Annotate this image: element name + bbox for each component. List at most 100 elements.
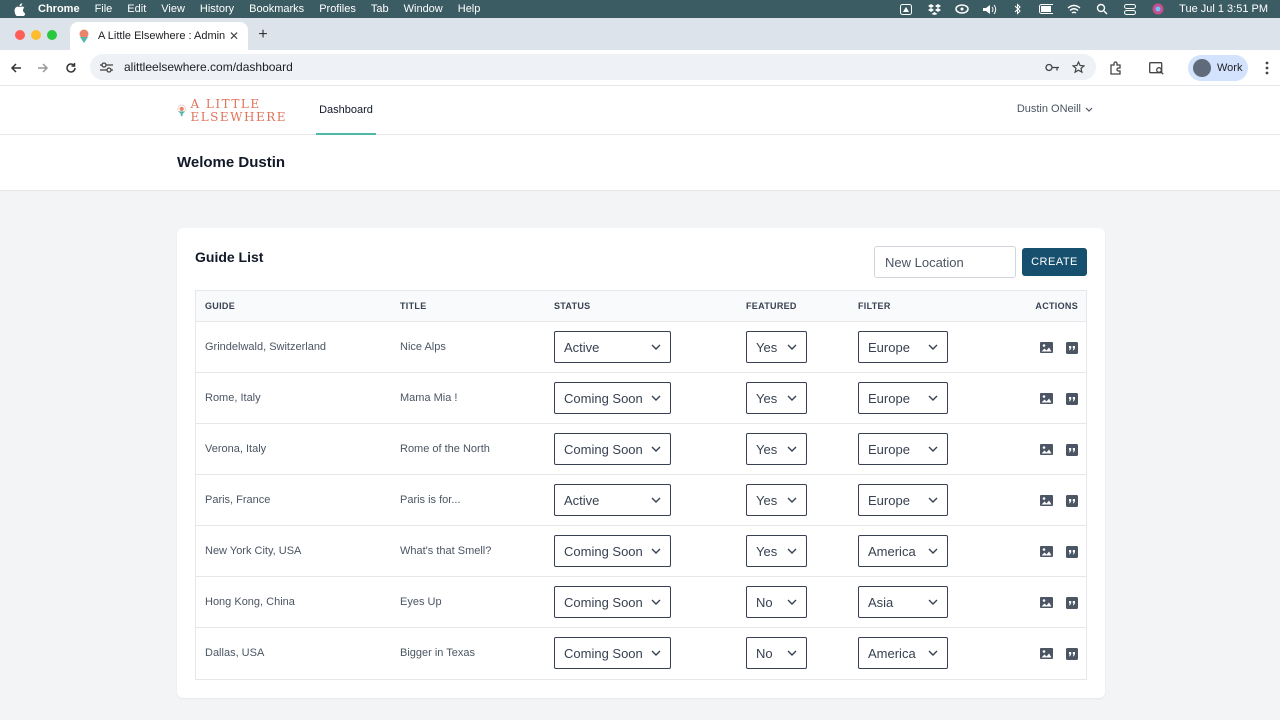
filter-select[interactable]: America	[858, 535, 948, 567]
control-center-icon[interactable]	[1123, 3, 1137, 15]
status-select[interactable]: Coming Soon	[554, 433, 671, 465]
status-value: Coming Soon	[564, 594, 643, 610]
menu-file[interactable]: File	[95, 3, 113, 15]
featured-select[interactable]: No	[746, 586, 807, 618]
password-key-icon[interactable]	[1044, 59, 1060, 75]
creative-cloud-icon[interactable]	[955, 3, 969, 15]
featured-select[interactable]: Yes	[746, 484, 807, 516]
table-row: Grindelwald, Switzerland Nice Alps Active Y…	[196, 322, 1086, 373]
profile-button[interactable]: Work	[1188, 55, 1248, 81]
quote-icon[interactable]	[1065, 494, 1078, 507]
featured-select[interactable]: No	[746, 637, 807, 669]
drive-icon[interactable]	[899, 3, 913, 15]
featured-select[interactable]: Yes	[746, 382, 807, 414]
address-bar[interactable]: alittleelsewhere.com/dashboard	[90, 54, 1096, 80]
menu-app-name[interactable]: Chrome	[38, 3, 80, 15]
menu-view[interactable]: View	[161, 3, 185, 15]
image-icon[interactable]	[1040, 494, 1053, 507]
close-tab-icon[interactable]: ✕	[226, 28, 242, 44]
featured-select[interactable]: Yes	[746, 535, 807, 567]
chevron-down-icon	[928, 650, 938, 656]
page-title: Welome Dustin	[177, 154, 286, 171]
reload-icon[interactable]	[61, 58, 81, 78]
status-select[interactable]: Coming Soon	[554, 586, 671, 618]
more-menu-icon[interactable]	[1258, 59, 1276, 77]
bookmark-star-icon[interactable]	[1070, 59, 1086, 75]
chevron-down-icon	[651, 548, 661, 554]
volume-icon[interactable]	[983, 3, 997, 15]
menubar-clock[interactable]: Tue Jul 1 3:51 PM	[1179, 3, 1268, 15]
quote-icon[interactable]	[1065, 443, 1078, 456]
menu-profiles[interactable]: Profiles	[319, 3, 356, 15]
tab-search-icon[interactable]	[1148, 59, 1166, 77]
siri-icon[interactable]	[1151, 3, 1165, 15]
image-icon[interactable]	[1040, 545, 1053, 558]
tab-dashboard[interactable]: Dashboard	[316, 86, 376, 135]
image-icon[interactable]	[1040, 596, 1053, 609]
extensions-icon[interactable]	[1107, 59, 1125, 77]
menu-window[interactable]: Window	[404, 3, 443, 15]
image-icon[interactable]	[1040, 647, 1053, 660]
menu-bookmarks[interactable]: Bookmarks	[249, 3, 304, 15]
menu-help[interactable]: Help	[458, 3, 481, 15]
status-select[interactable]: Coming Soon	[554, 637, 671, 669]
status-select[interactable]: Active	[554, 331, 671, 363]
table-row: Verona, Italy Rome of the North Coming Soo…	[196, 424, 1086, 475]
filter-value: Europe	[868, 441, 910, 457]
bluetooth-icon[interactable]	[1011, 3, 1025, 15]
chevron-down-icon	[651, 344, 661, 350]
quote-icon[interactable]	[1065, 545, 1078, 558]
filter-select[interactable]: Asia	[858, 586, 948, 618]
wifi-icon[interactable]	[1067, 3, 1081, 15]
featured-value: Yes	[756, 390, 778, 406]
filter-select[interactable]: Europe	[858, 433, 948, 465]
back-icon[interactable]	[6, 58, 26, 78]
new-location-input[interactable]	[874, 246, 1016, 278]
dropbox-icon[interactable]	[927, 3, 941, 15]
chevron-down-icon	[928, 548, 938, 554]
menu-tab[interactable]: Tab	[371, 3, 389, 15]
table-body: Grindelwald, Switzerland Nice Alps Active Y…	[196, 322, 1086, 679]
featured-select[interactable]: Yes	[746, 331, 807, 363]
title-cell: What's that Smell?	[400, 545, 492, 557]
window-zoom-button[interactable]	[47, 30, 57, 40]
chevron-down-icon	[787, 650, 797, 656]
featured-select[interactable]: Yes	[746, 433, 807, 465]
apple-icon[interactable]	[12, 2, 26, 16]
browser-tab-active[interactable]: A Little Elsewhere : Admin ✕	[70, 22, 248, 50]
image-icon[interactable]	[1040, 443, 1053, 456]
quote-icon[interactable]	[1065, 596, 1078, 609]
filter-select[interactable]: Europe	[858, 484, 948, 516]
spotlight-icon[interactable]	[1095, 3, 1109, 15]
quote-icon[interactable]	[1065, 341, 1078, 354]
chevron-down-icon	[787, 599, 797, 605]
image-icon[interactable]	[1040, 341, 1053, 354]
image-icon[interactable]	[1040, 392, 1053, 405]
battery-icon[interactable]	[1039, 3, 1054, 15]
site-settings-icon[interactable]	[98, 59, 114, 75]
site-logo[interactable]: A LITTLE ELSEWHERE	[177, 94, 287, 128]
menu-history[interactable]: History	[200, 3, 234, 15]
url-text[interactable]: alittleelsewhere.com/dashboard	[124, 60, 1044, 74]
new-tab-icon[interactable]: +	[254, 26, 272, 44]
logo-line-2: ELSEWHERE	[190, 110, 287, 124]
filter-select[interactable]: America	[858, 637, 948, 669]
guide-cell: Paris, France	[205, 494, 271, 506]
chevron-down-icon	[787, 395, 797, 401]
col-featured: FEATURED	[746, 301, 797, 311]
status-select[interactable]: Coming Soon	[554, 535, 671, 567]
window-minimize-button[interactable]	[31, 30, 41, 40]
window-close-button[interactable]	[15, 30, 25, 40]
status-value: Coming Soon	[564, 645, 643, 661]
filter-select[interactable]: Europe	[858, 382, 948, 414]
create-button[interactable]: CREATE	[1022, 248, 1087, 276]
menu-edit[interactable]: Edit	[127, 3, 146, 15]
quote-icon[interactable]	[1065, 647, 1078, 660]
filter-select[interactable]: Europe	[858, 331, 948, 363]
quote-icon[interactable]	[1065, 392, 1078, 405]
featured-value: No	[756, 645, 773, 661]
status-select[interactable]: Active	[554, 484, 671, 516]
forward-icon[interactable]	[33, 58, 53, 78]
status-select[interactable]: Coming Soon	[554, 382, 671, 414]
user-menu[interactable]: Dustin ONeill	[1017, 103, 1093, 115]
